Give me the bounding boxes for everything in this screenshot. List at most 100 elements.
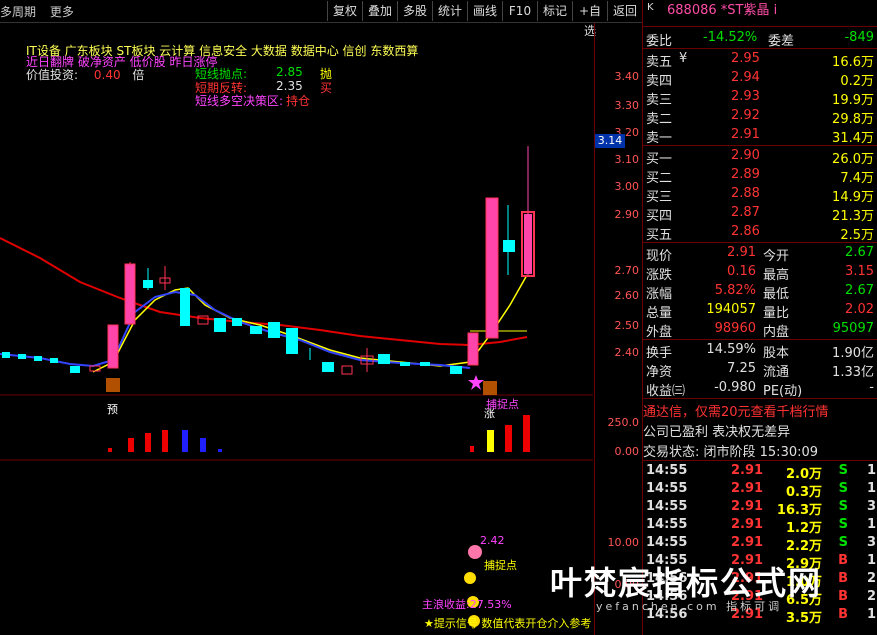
ask-flag: ¥ <box>679 51 688 66</box>
info-value: - <box>869 380 874 395</box>
weibi-value: -14.52% <box>703 30 758 45</box>
info-value: -0.980 <box>714 380 756 395</box>
quote-panel: K 688086 *ST紫晶 i 委比 -14.52% 委差 -849 卖五 ¥… <box>642 0 877 635</box>
ma-mid-line <box>0 290 471 369</box>
tick-side: S <box>838 499 848 514</box>
more-button[interactable]: 更多 <box>50 5 74 19</box>
bid-price: 2.89 <box>731 167 760 182</box>
ask-label: 卖二 <box>646 112 673 127</box>
tick-label: 2.70 <box>614 264 640 277</box>
back-button[interactable]: 返回 <box>607 1 642 21</box>
statistics-button[interactable]: 统计 <box>432 1 467 21</box>
info-label: 流通 <box>763 365 790 380</box>
info-label: 收益㈢ <box>646 384 686 399</box>
tick-count: 3 <box>866 535 876 550</box>
stat-label: 涨幅 <box>646 287 673 302</box>
stat-row: 外盘 98960 内盘 95097 <box>643 320 877 340</box>
tick-row: 14:55 2.91 1.2万 S 1 <box>643 517 877 536</box>
tick-label: 2.60 <box>614 289 640 302</box>
mark-button[interactable]: 标记 <box>537 1 572 21</box>
tick-volume: 2.0万 <box>785 467 822 482</box>
ask-price: 2.94 <box>731 70 760 85</box>
f10-button[interactable]: F10 <box>502 1 537 21</box>
stat-row: 现价 2.91 今开 2.67 <box>643 244 877 264</box>
info-label: 净资 <box>646 365 673 380</box>
bid-price: 2.88 <box>731 186 760 201</box>
stat-value: 5.82% <box>714 283 756 298</box>
ask-price: 2.95 <box>731 51 760 66</box>
tick-side: B <box>838 589 848 604</box>
trophy-icon <box>464 572 476 584</box>
bid-volume: 26.0万 <box>832 152 874 167</box>
stat-label: 内盘 <box>763 325 790 340</box>
stat-value: 3.15 <box>845 264 874 279</box>
fuquan-button[interactable]: 复权 <box>327 1 362 21</box>
k-icon[interactable]: K <box>647 0 654 19</box>
add-watchlist-button[interactable]: +自选 <box>572 1 607 38</box>
hint-text: ★提示信号 数值代表开仓介入参考 <box>424 617 592 630</box>
ask-volume: 19.9万 <box>832 93 874 108</box>
bid-row[interactable]: 买一 2.90 26.0万 <box>643 147 877 167</box>
weicha-value: -849 <box>844 30 874 45</box>
tick-count: 1 <box>866 463 876 478</box>
stat-value: 2.02 <box>845 302 874 317</box>
tick-side: S <box>838 535 848 550</box>
bid-label: 买二 <box>646 171 673 186</box>
stat-value: 0.16 <box>727 264 756 279</box>
star-marker <box>468 375 484 390</box>
bid-label: 买一 <box>646 152 673 167</box>
multi-stock-button[interactable]: 多股 <box>397 1 432 21</box>
bid-price: 2.86 <box>731 224 760 239</box>
tick-price: 2.91 <box>731 535 764 550</box>
ask-row[interactable]: 卖四 2.94 0.2万 <box>643 69 877 89</box>
weibi-row: 委比 -14.52% 委差 -849 <box>643 29 877 49</box>
ask-label: 卖五 <box>646 55 673 70</box>
tick-count: 1 <box>866 481 876 496</box>
watermark-sub: yefanchen.com 指标可调 <box>596 600 783 613</box>
bid-row[interactable]: 买二 2.89 7.4万 <box>643 166 877 186</box>
yu-marker <box>106 378 120 392</box>
ask-volume: 0.2万 <box>840 74 874 89</box>
stat-value: 194057 <box>706 302 756 317</box>
bid-row[interactable]: 买三 2.88 14.9万 <box>643 185 877 205</box>
stat-label: 今开 <box>763 249 790 264</box>
tick-label: 2.50 <box>614 319 640 332</box>
tick-label: 250.0 <box>607 416 640 429</box>
tick-side: B <box>838 553 848 568</box>
tick-label: 3.40 <box>614 70 640 83</box>
stat-label: 现价 <box>646 249 673 264</box>
stat-label: 涨跌 <box>646 268 673 283</box>
volume-bars <box>108 415 530 452</box>
ask-row[interactable]: 卖一 2.91 31.4万 <box>643 126 877 146</box>
stat-value: 98960 <box>714 321 756 336</box>
value-unit: 倍 <box>132 68 145 82</box>
bid-row[interactable]: 买四 2.87 21.3万 <box>643 204 877 224</box>
tick-volume: 0.3万 <box>785 485 822 500</box>
stat-label: 总量 <box>646 306 673 321</box>
ask-row[interactable]: 卖二 2.92 29.8万 <box>643 107 877 127</box>
bid-label: 买三 <box>646 190 673 205</box>
ad-link[interactable]: 通达信，仅需20元查看千档行情 <box>643 401 877 420</box>
tick-label: 0.00 <box>614 445 640 458</box>
tick-side: B <box>838 607 848 622</box>
tick-volume: 3.5万 <box>785 611 822 626</box>
multi-period-button[interactable]: 多周期 <box>0 5 36 19</box>
info-label: PE(动) <box>763 384 803 399</box>
overlay-button[interactable]: 叠加 <box>362 1 397 21</box>
ask-row[interactable]: 卖三 2.93 19.9万 <box>643 88 877 108</box>
tick-volume: 2.2万 <box>785 539 822 554</box>
tick-count: 1 <box>866 607 876 622</box>
stat-value: 2.67 <box>845 283 874 298</box>
info-row: 净资 7.25 流通 1.33亿 <box>643 360 877 380</box>
bid-price: 2.90 <box>731 148 760 163</box>
bid-volume: 21.3万 <box>832 209 874 224</box>
tick-count: 1 <box>866 517 876 532</box>
value-label: 价值投资: <box>26 68 79 82</box>
tick-time: 14:55 <box>646 463 688 478</box>
stat-value: 95097 <box>832 321 874 336</box>
ask-row[interactable]: 卖五 ¥ 2.95 16.6万 <box>643 50 877 70</box>
main-wave-label: 主浪收益: <box>422 598 470 611</box>
tick-volume: 1.2万 <box>785 521 822 536</box>
draw-line-button[interactable]: 画线 <box>467 1 502 21</box>
bid-row[interactable]: 买五 2.86 2.5万 <box>643 223 877 243</box>
